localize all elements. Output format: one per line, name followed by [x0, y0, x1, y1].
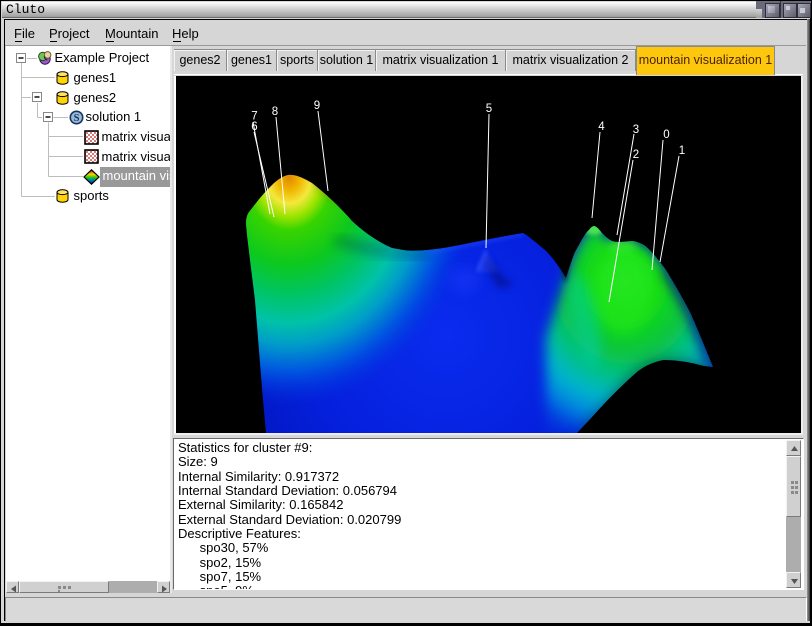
svg-text:1: 1 — [679, 145, 685, 157]
svg-text:3: 3 — [633, 124, 639, 136]
svg-text:5: 5 — [486, 103, 492, 115]
svg-text:0: 0 — [663, 129, 669, 141]
svg-text:6: 6 — [251, 121, 257, 133]
svg-text:2: 2 — [633, 149, 639, 161]
svg-text:4: 4 — [598, 121, 605, 133]
svg-text:8: 8 — [272, 106, 278, 118]
svg-text:S: S — [74, 113, 80, 124]
svg-text:9: 9 — [314, 100, 320, 112]
